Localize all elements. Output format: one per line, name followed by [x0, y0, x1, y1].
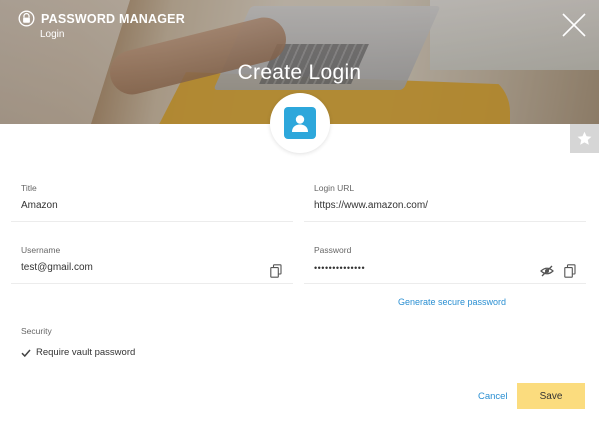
save-button[interactable]: Save	[517, 383, 585, 409]
close-button[interactable]	[560, 11, 588, 39]
login-url-input[interactable]: https://www.amazon.com/	[314, 200, 428, 211]
star-icon	[577, 131, 592, 145]
title-underline	[11, 221, 293, 222]
close-icon	[562, 13, 586, 37]
copy-username-button[interactable]	[270, 264, 284, 278]
brand-title: PASSWORD MANAGER	[41, 11, 185, 26]
password-label: Password	[314, 245, 352, 255]
title-field: Title Amazon	[11, 183, 293, 223]
username-label: Username	[21, 245, 61, 255]
username-underline	[11, 283, 293, 284]
page-title: Create Login	[237, 61, 362, 84]
lock-shield-icon	[18, 10, 35, 27]
eye-slash-icon	[540, 265, 554, 277]
checkmark-icon	[21, 349, 31, 357]
security-section-label: Security	[21, 326, 52, 336]
title-input[interactable]: Amazon	[21, 200, 58, 211]
password-underline	[304, 283, 586, 284]
avatar	[270, 93, 330, 153]
title-label: Title	[21, 183, 37, 193]
username-input[interactable]: test@gmail.com	[21, 262, 93, 273]
login-url-field: Login URL https://www.amazon.com/	[304, 183, 586, 223]
copy-icon	[564, 264, 576, 278]
brand-subtitle: Login	[40, 29, 65, 40]
generate-password-link[interactable]: Generate secure password	[398, 297, 506, 307]
brand: PASSWORD MANAGER	[18, 10, 185, 27]
user-account-icon	[284, 107, 316, 139]
require-vault-password-checkbox[interactable]: Require vault password	[21, 347, 135, 358]
username-field: Username test@gmail.com	[11, 245, 293, 285]
copy-icon	[270, 264, 282, 278]
favorite-button[interactable]	[570, 124, 599, 153]
require-vault-password-label: Require vault password	[36, 347, 136, 358]
copy-password-button[interactable]	[564, 264, 578, 278]
cancel-button[interactable]: Cancel	[478, 391, 508, 402]
password-field: Password ••••••••••••••	[304, 245, 586, 285]
password-input[interactable]: ••••••••••••••	[314, 263, 365, 273]
login-url-label: Login URL	[314, 183, 355, 193]
login-url-underline	[304, 221, 586, 222]
toggle-password-visibility-button[interactable]	[540, 264, 554, 278]
